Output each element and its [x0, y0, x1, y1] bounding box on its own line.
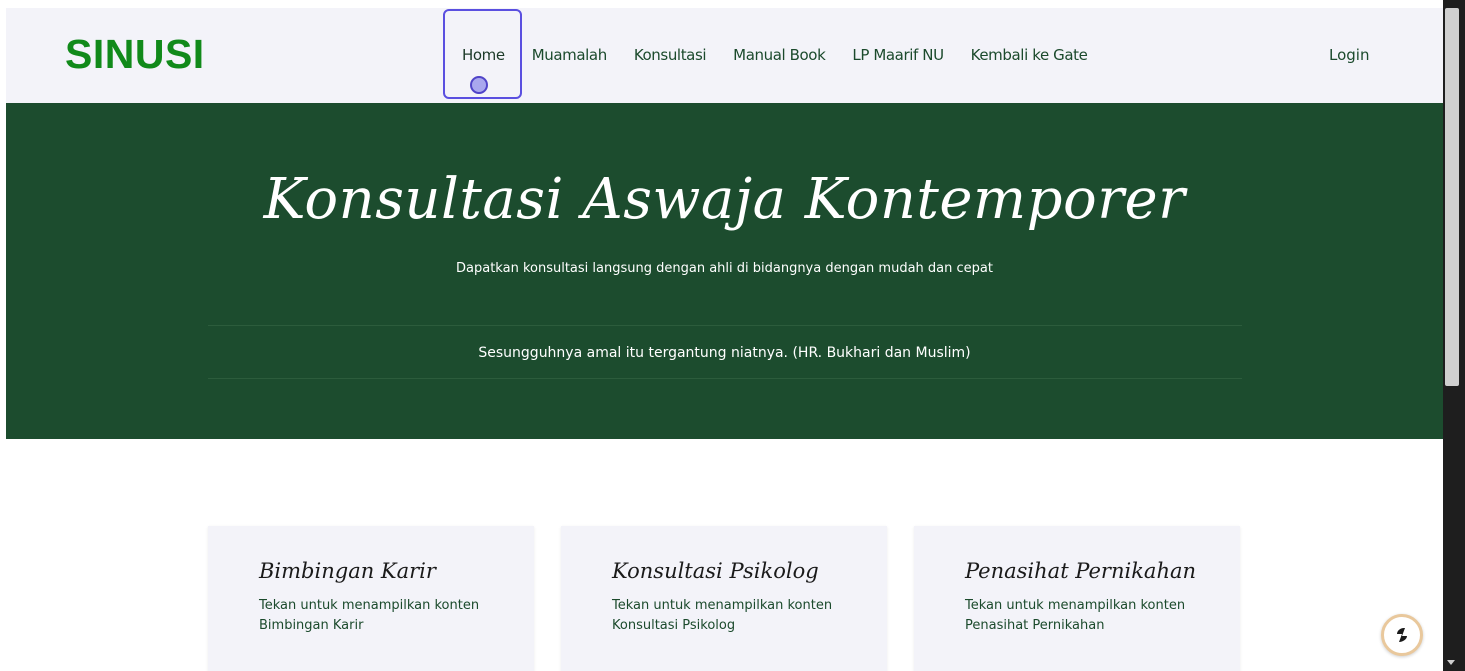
- hero-subtitle: Dapatkan konsultasi langsung dengan ahli…: [456, 261, 993, 276]
- chat-widget-icon: [1397, 628, 1407, 642]
- page: SINUSI Home Muamalah Konsultasi Manual B…: [6, 8, 1443, 671]
- chat-widget-button[interactable]: [1381, 614, 1423, 656]
- card-text: Tekan untuk menampilkan konten Bimbingan…: [259, 598, 480, 633]
- service-cards: Bimbingan Karir Tekan untuk menampilkan …: [208, 526, 1242, 671]
- nav-links: Home Muamalah Konsultasi Manual Book LP …: [462, 46, 1114, 64]
- hero-title: Konsultasi Aswaja Kontemporer: [263, 167, 1186, 232]
- card-penasihat-pernikahan[interactable]: Penasihat Pernikahan Tekan untuk menampi…: [914, 526, 1240, 671]
- cursor-indicator: [470, 76, 488, 94]
- hero-quote: Sesungguhnya amal itu tergantung niatnya…: [478, 345, 971, 361]
- hero-divider-bottom: [208, 378, 1242, 379]
- card-text: Tekan untuk menampilkan konten Penasihat…: [965, 598, 1186, 633]
- card-title: Bimbingan Karir: [259, 559, 436, 583]
- login-link[interactable]: Login: [1329, 46, 1369, 64]
- scroll-down-arrow-icon[interactable]: [1447, 660, 1455, 665]
- navbar: SINUSI Home Muamalah Konsultasi Manual B…: [6, 8, 1443, 103]
- nav-item-lp-maarif-nu[interactable]: LP Maarif NU: [852, 46, 944, 64]
- card-konsultasi-psikolog[interactable]: Konsultasi Psikolog Tekan untuk menampil…: [561, 526, 887, 671]
- nav-item-konsultasi[interactable]: Konsultasi: [634, 46, 707, 64]
- card-text: Tekan untuk menampilkan konten Konsultas…: [612, 598, 833, 633]
- card-bimbingan-karir[interactable]: Bimbingan Karir Tekan untuk menampilkan …: [208, 526, 534, 671]
- nav-item-muamalah[interactable]: Muamalah: [532, 46, 608, 64]
- hero-section: Konsultasi Aswaja Kontemporer Dapatkan k…: [6, 103, 1443, 439]
- nav-item-kembali-ke-gate[interactable]: Kembali ke Gate: [971, 46, 1088, 64]
- card-title: Penasihat Pernikahan: [965, 559, 1197, 583]
- nav-item-manual-book[interactable]: Manual Book: [733, 46, 826, 64]
- brand-logo[interactable]: SINUSI: [65, 31, 205, 78]
- hero-divider-top: [208, 325, 1242, 326]
- scrollbar-thumb[interactable]: [1445, 8, 1459, 386]
- card-title: Konsultasi Psikolog: [612, 559, 819, 583]
